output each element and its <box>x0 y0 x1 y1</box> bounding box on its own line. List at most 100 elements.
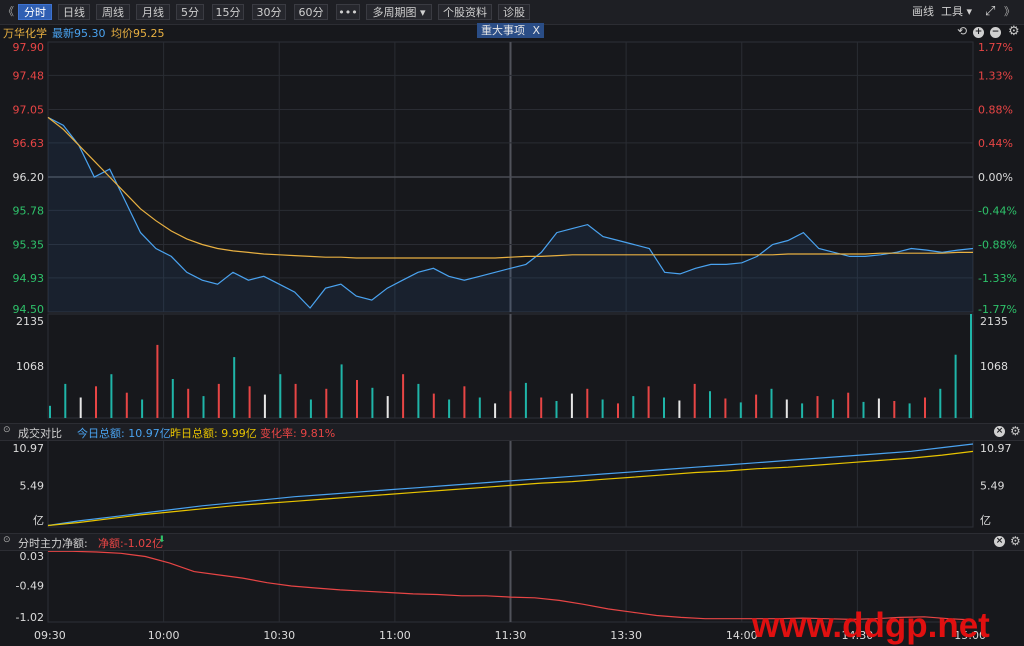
price-tick-label: 97.90 <box>13 41 45 54</box>
volume-bar <box>939 388 942 418</box>
pct-tick-label: 0.44% <box>978 137 1013 150</box>
volume-bar <box>816 396 819 418</box>
time-tick-label: 09:30 <box>34 629 66 642</box>
volume-bar <box>709 391 711 418</box>
pct-tick-label: 0.00% <box>978 171 1013 184</box>
watermark: www.ddgp.net <box>752 606 990 645</box>
volume-bar <box>478 397 481 418</box>
pct-tick-label: 1.77% <box>978 41 1013 54</box>
volume-bar <box>555 401 558 418</box>
down-arrow-icon: ⬇ <box>158 535 166 545</box>
volume-bar <box>724 398 727 418</box>
turnover-tick-label: 10.97 <box>13 442 45 455</box>
price-tick-label: 94.93 <box>13 272 45 285</box>
volume-tick-label: 1068 <box>980 360 1008 373</box>
panel-settings-icon[interactable]: ⚙ <box>1010 424 1021 438</box>
price-tick-label: 97.05 <box>13 104 45 117</box>
price-tick-label: 95.78 <box>13 204 45 217</box>
volume-bar <box>356 380 358 418</box>
volume-bar <box>202 396 205 418</box>
pct-tick-label: 0.88% <box>978 104 1013 117</box>
volume-bar <box>386 396 389 418</box>
collapse-flow-icon[interactable]: ⊙ <box>3 535 11 545</box>
turnover-tick-label: 5.49 <box>20 479 45 492</box>
volume-bar <box>217 383 220 418</box>
time-tick-label: 13:30 <box>610 629 642 642</box>
turnover-panel-title: 成交对比 <box>18 427 62 440</box>
volume-tick-label: 1068 <box>16 360 44 373</box>
volume-bar <box>340 364 343 418</box>
volume-bar <box>463 386 466 418</box>
volume-bar <box>448 399 451 418</box>
volume-bar <box>877 398 880 418</box>
volume-bar <box>233 357 236 418</box>
price-tick-label: 96.20 <box>13 171 45 184</box>
price-tick-label: 95.35 <box>13 239 45 252</box>
volume-bar <box>95 386 97 418</box>
volume-bar <box>862 401 865 418</box>
volume-bar <box>524 382 527 418</box>
volume-bar <box>632 396 635 418</box>
turnover-unit-label: 亿 <box>980 514 991 527</box>
turnover-panel-header: ⊙ 成交对比 今日总额: 10.97亿 昨日总额: 9.99亿 变化率: 9.8… <box>0 423 1024 441</box>
volume-bar <box>171 379 174 418</box>
volume-bar <box>417 383 420 418</box>
volume-bar <box>601 399 604 418</box>
volume-bar <box>509 391 512 418</box>
volume-bar <box>64 383 67 418</box>
volume-bar <box>755 394 758 418</box>
volume-bar <box>693 383 696 418</box>
close-flow-icon[interactable]: × <box>994 536 1005 547</box>
pct-tick-label: -1.33% <box>978 272 1017 285</box>
close-panel-icon[interactable]: × <box>994 426 1005 437</box>
volume-bar <box>402 374 405 418</box>
volume-bar <box>187 388 190 418</box>
volume-bar <box>279 374 282 418</box>
turnover-unit-label: 亿 <box>33 514 44 527</box>
price-tick-label: 96.63 <box>13 137 45 150</box>
flow-panel-title: 分时主力净额: <box>18 537 88 550</box>
flow-settings-icon[interactable]: ⚙ <box>1010 534 1021 548</box>
volume-bar <box>847 392 850 418</box>
volume-bar <box>678 400 681 418</box>
volume-bar <box>617 403 619 418</box>
volume-bar <box>309 399 312 418</box>
volume-bar <box>156 344 159 418</box>
volume-bar <box>494 403 497 418</box>
volume-bar <box>785 399 788 418</box>
time-tick-label: 11:00 <box>379 629 411 642</box>
yesterday-turnover-label: 昨日总额: 9.99亿 <box>170 427 257 440</box>
volume-bar <box>970 314 972 418</box>
flow-tick-label: -0.49 <box>16 579 44 592</box>
volume-bar <box>770 388 773 418</box>
volume-bar <box>79 397 82 418</box>
collapse-panel-icon[interactable]: ⊙ <box>3 425 11 435</box>
volume-bar <box>924 397 926 418</box>
pct-tick-label: -0.44% <box>978 204 1017 217</box>
volume-tick-label: 2135 <box>980 315 1008 328</box>
price-tick-label: 97.48 <box>13 69 45 82</box>
net-amount-label: 净额:-1.02亿 <box>98 537 164 550</box>
volume-bar <box>801 403 804 418</box>
volume-bar <box>49 405 51 418</box>
time-tick-label: 10:30 <box>263 629 295 642</box>
volume-bar <box>294 383 297 418</box>
flow-tick-label: -1.02 <box>16 611 44 624</box>
volume-bar <box>540 397 543 418</box>
volume-bar <box>371 387 374 418</box>
volume-bar <box>325 388 328 418</box>
volume-bar <box>141 399 144 418</box>
volume-bar <box>893 401 896 418</box>
pct-tick-label: 1.33% <box>978 69 1013 82</box>
volume-bar <box>647 386 650 418</box>
volume-tick-label: 2135 <box>16 315 44 328</box>
volume-bar <box>248 386 251 418</box>
time-tick-label: 10:00 <box>148 629 180 642</box>
today-turnover-label: 今日总额: 10.97亿 <box>77 427 171 440</box>
flow-panel-header: ⊙ 分时主力净额: 净额:-1.02亿 ⬇ × ⚙ <box>0 533 1024 551</box>
volume-bar <box>125 392 128 418</box>
volume-bar <box>831 399 834 418</box>
pct-tick-label: -0.88% <box>978 239 1017 252</box>
volume-bar <box>663 397 665 418</box>
volume-bar <box>586 388 589 418</box>
